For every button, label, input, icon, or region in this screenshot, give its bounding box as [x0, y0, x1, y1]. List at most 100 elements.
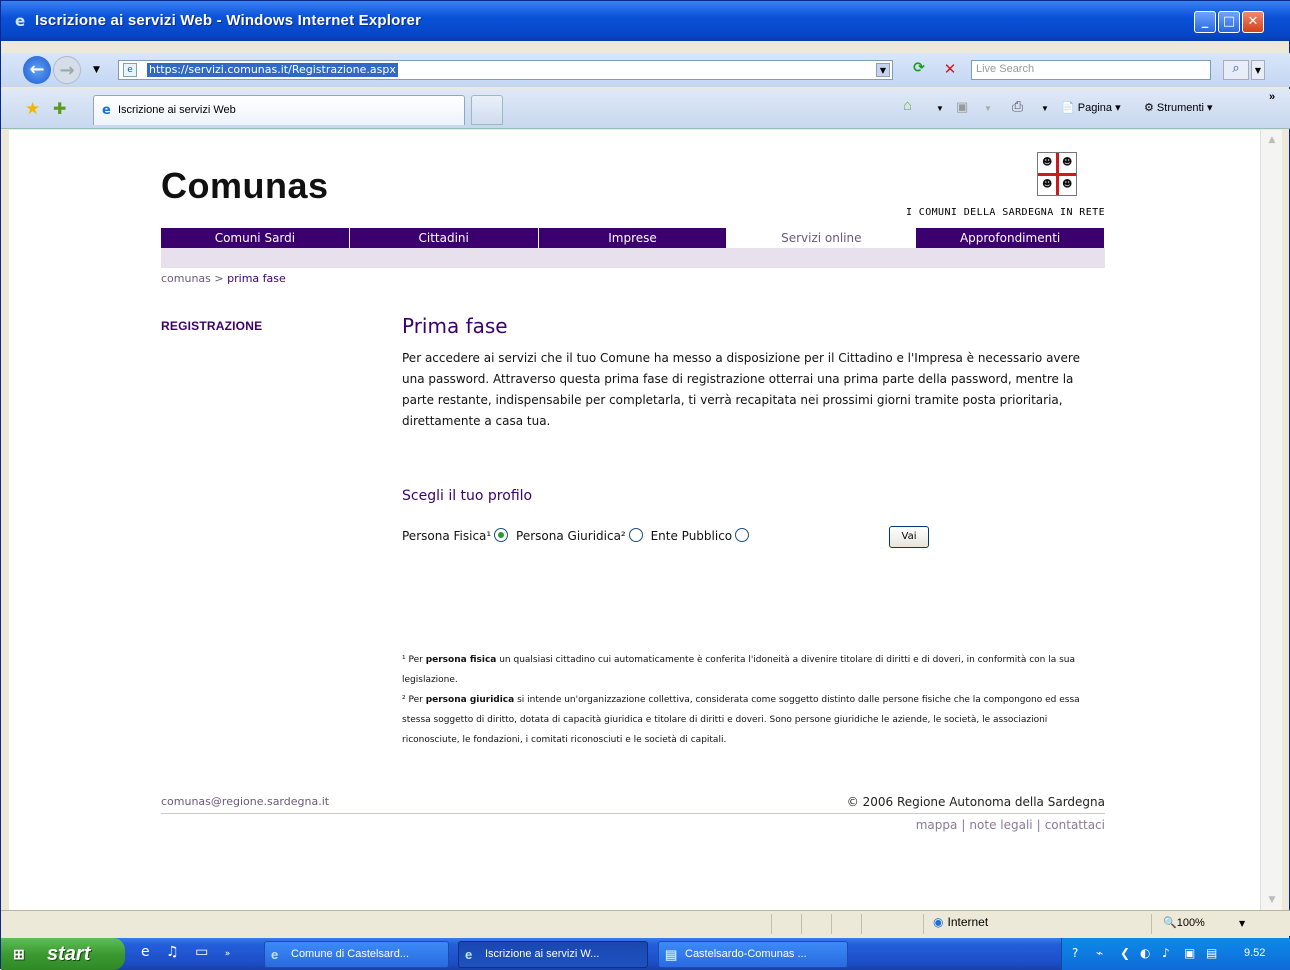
- security-zone[interactable]: ◉ Internet: [933, 915, 988, 929]
- antivirus-tray-icon[interactable]: ◐: [1140, 946, 1150, 960]
- site-logo[interactable]: Comunas: [161, 165, 329, 207]
- radio-persona-fisica[interactable]: [494, 528, 509, 542]
- sardinia-flag-icon: ☻ ☻ ☻ ☻: [1037, 152, 1077, 196]
- scroll-down-arrow-icon[interactable]: ▼: [1261, 890, 1283, 910]
- window-title: Iscrizione ai servizi Web - Windows Inte…: [35, 12, 422, 29]
- breadcrumb-home-link[interactable]: comunas: [161, 272, 211, 285]
- network-tray-icon[interactable]: ⌁: [1096, 946, 1103, 960]
- feeds-dropdown-icon[interactable]: ▼: [984, 104, 992, 113]
- browser-window: e Iscrizione ai servizi Web - Windows In…: [0, 0, 1290, 970]
- taskbar: ⊞ start e ♫ ▭ » e Comune di Castelsard... …: [1, 938, 1290, 970]
- menu-item-comuni-sardi[interactable]: Comuni Sardi: [161, 228, 350, 248]
- media-quicklaunch-icon[interactable]: ♫: [166, 944, 179, 960]
- quicklaunch-more-icon[interactable]: »: [225, 949, 231, 959]
- status-bar: ◉ Internet 🔍100% ▼: [1, 910, 1290, 936]
- url-field[interactable]: https://servizi.comunas.it/Registrazione…: [147, 63, 398, 77]
- status-cell: [771, 914, 772, 934]
- title-bar[interactable]: e Iscrizione ai servizi Web - Windows In…: [1, 1, 1290, 41]
- new-tab-button[interactable]: [471, 95, 503, 125]
- volume-tray-icon[interactable]: ♪: [1162, 946, 1170, 960]
- breadcrumb-current: prima fase: [227, 272, 286, 285]
- vertical-scrollbar[interactable]: ▲ ▼: [1260, 130, 1282, 910]
- zoom-dropdown-icon[interactable]: ▼: [1239, 919, 1245, 928]
- monitor-tray-icon[interactable]: ▤: [1206, 946, 1217, 960]
- close-button[interactable]: ✕: [1242, 11, 1264, 33]
- refresh-icon[interactable]: ⟳: [906, 60, 932, 80]
- zoom-level[interactable]: 🔍100%: [1163, 916, 1205, 929]
- footer-divider: [161, 813, 1105, 814]
- menu-item-cittadini[interactable]: Cittadini: [349, 228, 539, 248]
- more-commands-button[interactable]: »: [1269, 91, 1275, 103]
- taskbar-item[interactable]: e Comune di Castelsard...: [264, 941, 449, 968]
- print-icon[interactable]: ⎙: [1012, 98, 1023, 115]
- page-icon: e: [123, 63, 137, 77]
- help-tray-icon[interactable]: ?: [1072, 946, 1078, 960]
- favorites-star-icon[interactable]: ★: [25, 99, 40, 119]
- address-dropdown-icon[interactable]: ▼: [876, 63, 890, 77]
- ie-logo-icon: e: [15, 12, 26, 30]
- main-menu: Comuni Sardi Cittadini Imprese Servizi o…: [161, 228, 1105, 248]
- search-options-dropdown-icon[interactable]: ▼: [1251, 60, 1265, 80]
- site-tagline: I COMUNI DELLA SARDEGNA IN RETE: [905, 207, 1105, 218]
- menu-item-servizi-online[interactable]: Servizi online: [727, 228, 917, 248]
- recent-pages-dropdown-icon[interactable]: ▼: [93, 65, 100, 75]
- taskbar-item[interactable]: e Iscrizione ai servizi W...: [458, 941, 648, 968]
- windows-logo-icon: ⊞: [13, 946, 25, 962]
- footer-links: mappa | note legali | contattaci: [915, 818, 1105, 832]
- taskbar-item[interactable]: ▤ Castelsardo-Comunas ...: [658, 941, 848, 968]
- home-dropdown-icon[interactable]: ▼: [936, 104, 944, 113]
- stop-icon[interactable]: ✕: [938, 60, 962, 80]
- page-menu[interactable]: 📄 Pagina ▾: [1061, 101, 1121, 114]
- tab-active[interactable]: e Iscrizione ai servizi Web: [93, 95, 465, 125]
- footer-link-mappa[interactable]: mappa: [916, 818, 958, 832]
- zoom-value: 100%: [1176, 917, 1205, 929]
- footer-copyright: © 2006 Regione Autonoma della Sardegna: [846, 795, 1105, 809]
- option-label-persona-fisica: Persona Fisica¹: [402, 529, 492, 543]
- vai-button[interactable]: Vai: [889, 526, 929, 548]
- feeds-icon[interactable]: ▣: [956, 99, 968, 115]
- menu-item-approfondimenti[interactable]: Approfondimenti: [916, 228, 1105, 248]
- start-button[interactable]: ⊞ start: [1, 938, 125, 970]
- footer-email-link[interactable]: comunas@regione.sardegna.it: [161, 795, 329, 808]
- ie-quicklaunch-icon[interactable]: e: [141, 944, 150, 960]
- address-bar[interactable]: e https://servizi.comunas.it/Registrazio…: [118, 60, 893, 80]
- status-cell: [1151, 914, 1152, 934]
- desktop-quicklaunch-icon[interactable]: ▭: [195, 944, 208, 960]
- tools-menu[interactable]: ⚙ Strumenti ▾: [1144, 101, 1213, 114]
- sidebar-heading: REGISTRAZIONE: [161, 319, 263, 333]
- start-label: start: [47, 943, 91, 965]
- ie-page-icon: e: [102, 103, 111, 118]
- status-cell: [801, 914, 802, 934]
- radio-persona-giuridica[interactable]: [628, 528, 643, 542]
- submenu-bar: [161, 248, 1105, 268]
- breadcrumb-separator: >: [210, 272, 228, 285]
- print-dropdown-icon[interactable]: ▼: [1041, 104, 1049, 113]
- search-icon[interactable]: ⌕: [1223, 60, 1249, 80]
- back-button[interactable]: ←: [23, 56, 51, 84]
- option-label-persona-giuridica: Persona Giuridica²: [516, 529, 626, 543]
- radio-ente-pubblico[interactable]: [735, 528, 750, 542]
- forward-button[interactable]: →: [53, 56, 81, 84]
- maximize-button[interactable]: □: [1218, 11, 1240, 33]
- footer-link-note-legali[interactable]: note legali: [969, 818, 1032, 832]
- page-menu-label: Pagina: [1077, 102, 1113, 114]
- status-cell: [831, 914, 832, 934]
- ie-taskbar-icon: e: [271, 947, 279, 962]
- search-input[interactable]: Live Search: [971, 60, 1211, 80]
- scroll-up-arrow-icon[interactable]: ▲: [1261, 130, 1283, 150]
- minimize-button[interactable]: _: [1194, 11, 1216, 33]
- ie-taskbar-icon: e: [465, 947, 473, 962]
- security-zone-label: Internet: [947, 915, 989, 929]
- add-favorites-icon[interactable]: ✚: [53, 99, 66, 118]
- footer-link-contattaci[interactable]: contattaci: [1045, 818, 1105, 832]
- clock[interactable]: 9.52: [1244, 947, 1265, 959]
- page-title: Prima fase: [402, 314, 508, 338]
- home-icon[interactable]: ⌂: [903, 97, 912, 114]
- footnote-persona-fisica: ¹ Per persona fisica un qualsiasi cittad…: [402, 655, 1076, 685]
- address-toolbar: ← → ▼ e https://servizi.comunas.it/Regis…: [1, 53, 1290, 87]
- footnote-persona-giuridica: ² Per persona giuridica si intende un'or…: [402, 695, 1080, 745]
- tray-expand-icon[interactable]: ❮: [1120, 946, 1130, 960]
- menu-item-imprese[interactable]: Imprese: [538, 228, 728, 248]
- display-tray-icon[interactable]: ▣: [1184, 946, 1195, 960]
- tools-menu-label: Strumenti: [1156, 102, 1204, 114]
